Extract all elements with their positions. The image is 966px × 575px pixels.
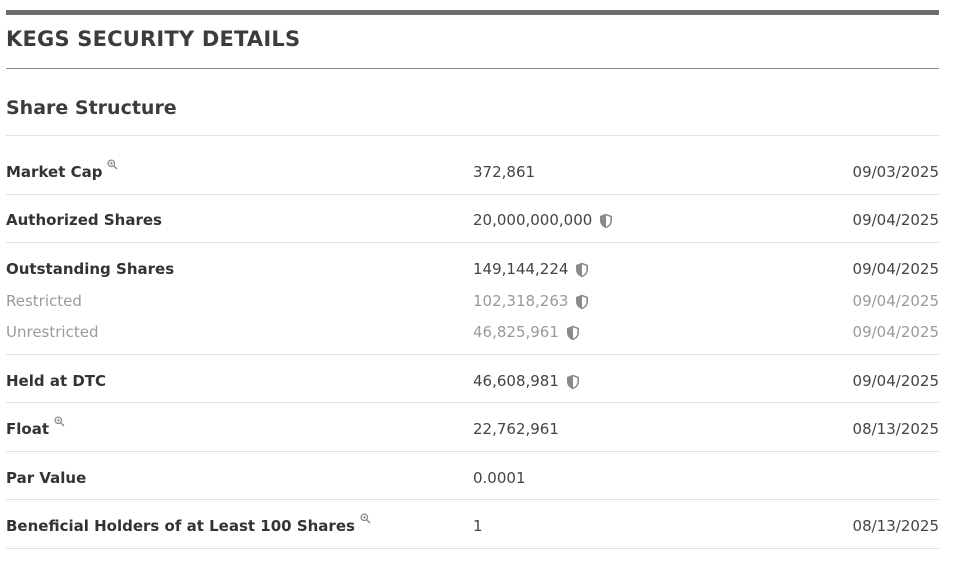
row-date: 08/13/2025 [852, 517, 939, 535]
row-date: 09/03/2025 [852, 163, 939, 181]
magnifier-icon[interactable] [107, 159, 118, 170]
row-label: Outstanding Shares [6, 260, 175, 278]
row-value: 22,762,961 [473, 420, 559, 438]
row-date: 09/04/2025 [852, 372, 939, 390]
page-title: KEGS SECURITY DETAILS [6, 27, 301, 51]
row-divider [6, 499, 939, 500]
row-value: 102,318,263 [473, 289, 589, 313]
row-label: Market Cap [6, 159, 118, 184]
unrestricted-value: 46,825,961 [473, 323, 559, 341]
row-value: 0.0001 [473, 469, 526, 487]
section-divider [6, 135, 939, 136]
float-label: Float [6, 420, 49, 438]
restricted-value: 102,318,263 [473, 292, 569, 310]
row-divider [6, 451, 939, 452]
row-label: Authorized Shares [6, 211, 162, 229]
row-date: 09/04/2025 [852, 292, 939, 310]
shield-icon[interactable] [566, 374, 580, 390]
outstanding-shares-value: 149,144,224 [473, 260, 569, 278]
row-restricted: Restricted 102,318,263 09/04/2025 [6, 289, 939, 313]
row-value: 149,144,224 [473, 257, 589, 281]
row-value: 20,000,000,000 [473, 208, 613, 232]
security-details-panel: KEGS SECURITY DETAILS Share Structure Ma… [0, 0, 966, 575]
row-divider [6, 402, 939, 403]
row-label: Unrestricted [6, 323, 99, 341]
row-held-at-dtc: Held at DTC 46,608,981 09/04/2025 [6, 369, 939, 393]
row-date: 09/04/2025 [852, 211, 939, 229]
row-label: Par Value [6, 469, 87, 487]
row-float: Float 22,762,961 08/13/2025 [6, 416, 939, 441]
row-label: Float [6, 416, 65, 441]
market-cap-label: Market Cap [6, 163, 103, 181]
row-divider [6, 354, 939, 355]
row-authorized-shares: Authorized Shares 20,000,000,000 09/04/2… [6, 208, 939, 232]
row-beneficial-holders: Beneficial Holders of at Least 100 Share… [6, 513, 939, 538]
row-outstanding-shares: Outstanding Shares 149,144,224 09/04/202… [6, 257, 939, 281]
row-market-cap: Market Cap 372,861 09/03/2025 [6, 159, 939, 184]
row-divider [6, 242, 939, 243]
row-divider [6, 194, 939, 195]
row-divider [6, 548, 939, 549]
row-label: Held at DTC [6, 372, 107, 390]
top-accent-bar [6, 10, 939, 15]
row-unrestricted: Unrestricted 46,825,961 09/04/2025 [6, 320, 939, 344]
magnifier-icon[interactable] [360, 513, 371, 524]
shield-icon[interactable] [599, 213, 613, 229]
held-at-dtc-value: 46,608,981 [473, 372, 559, 390]
section-title: Share Structure [6, 97, 177, 119]
row-date: 09/04/2025 [852, 260, 939, 278]
beneficial-holders-label: Beneficial Holders of at Least 100 Share… [6, 517, 355, 535]
row-date: 08/13/2025 [852, 420, 939, 438]
row-label: Restricted [6, 292, 82, 310]
row-value: 46,825,961 [473, 320, 580, 344]
row-date: 09/04/2025 [852, 323, 939, 341]
title-divider [6, 68, 939, 69]
row-value: 1 [473, 517, 483, 535]
shield-icon[interactable] [575, 262, 589, 278]
magnifier-icon[interactable] [54, 416, 65, 427]
row-value: 372,861 [473, 163, 536, 181]
shield-icon[interactable] [566, 325, 580, 341]
row-label: Beneficial Holders of at Least 100 Share… [6, 513, 371, 538]
authorized-shares-value: 20,000,000,000 [473, 211, 593, 229]
row-value: 46,608,981 [473, 369, 580, 393]
shield-icon[interactable] [575, 294, 589, 310]
row-par-value: Par Value 0.0001 [6, 466, 939, 490]
